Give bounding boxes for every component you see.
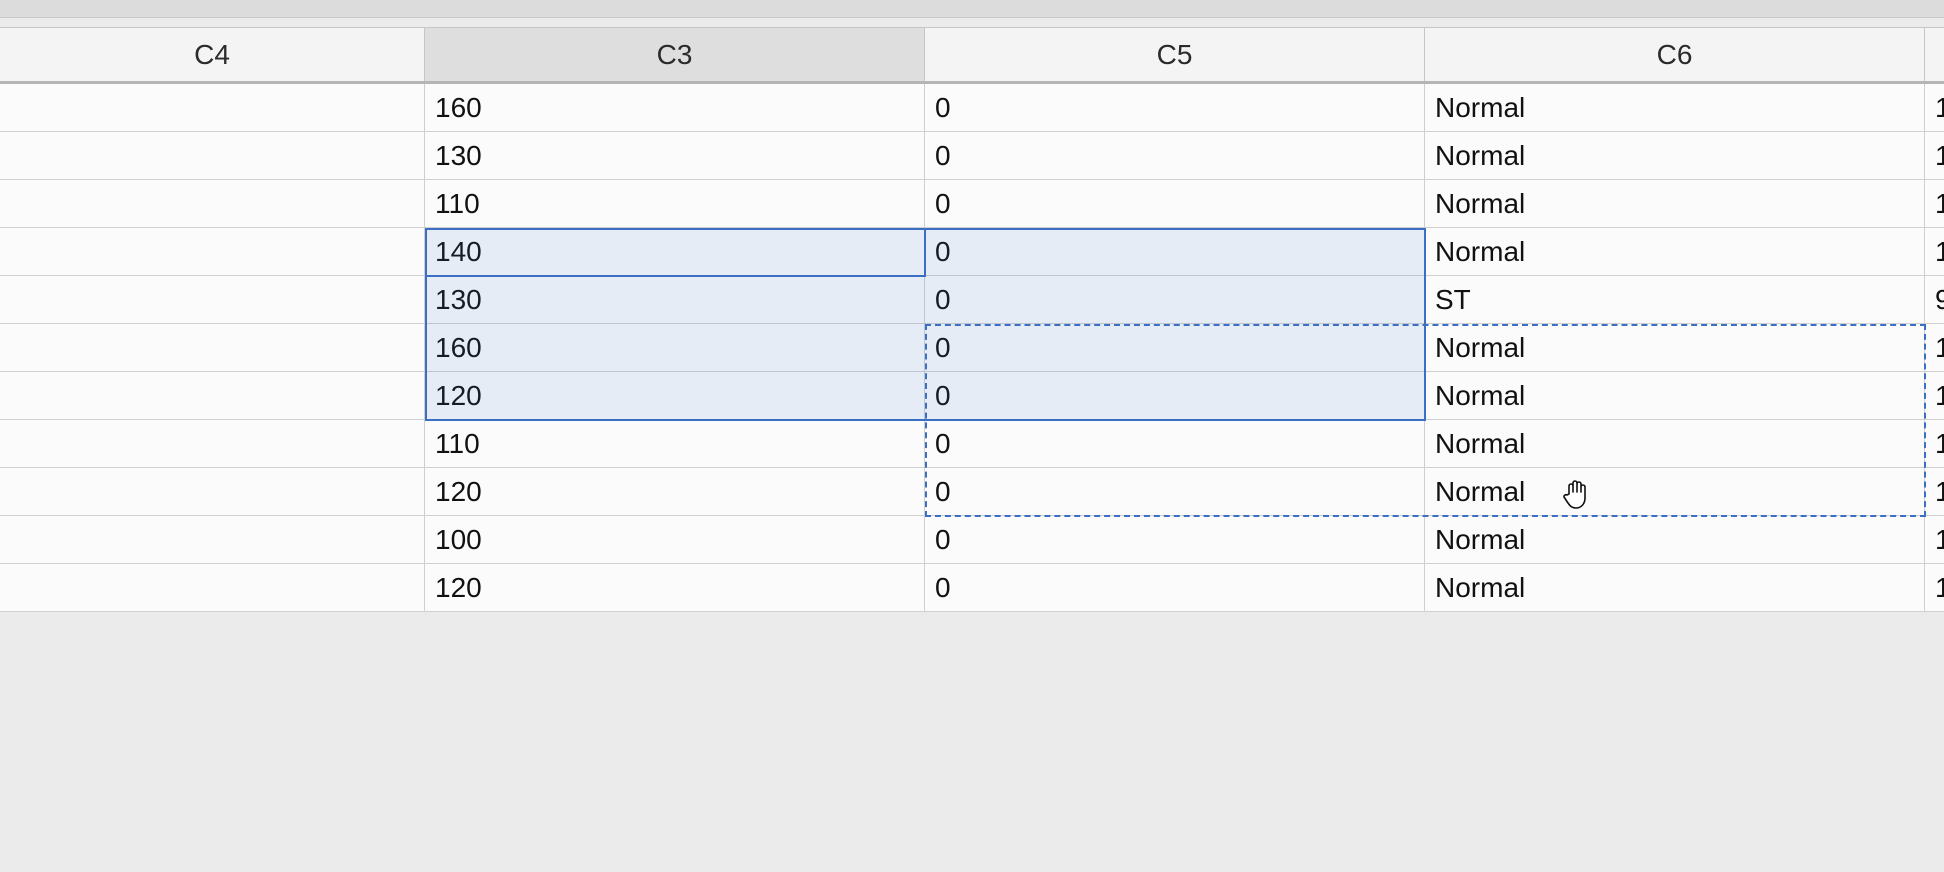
table-cell-c4[interactable] xyxy=(0,372,425,419)
table-cell-c3[interactable]: 110 xyxy=(425,420,925,467)
column-header-c5[interactable]: C5 xyxy=(925,28,1425,81)
table-cell-c5[interactable]: 0 xyxy=(925,516,1425,563)
table-cell-c6[interactable]: Normal xyxy=(1425,84,1925,131)
table-cell-c4[interactable] xyxy=(0,180,425,227)
column-header-c4[interactable]: C4 xyxy=(0,28,425,81)
table-row: 1100Normal1 xyxy=(0,420,1944,468)
table-cell-c6[interactable]: ST xyxy=(1425,276,1925,323)
table-cell-c7[interactable]: 1 xyxy=(1925,180,1944,227)
table-cell-c7[interactable]: 1 xyxy=(1925,324,1944,371)
table-cell-c3[interactable]: 120 xyxy=(425,372,925,419)
table-cell-c5[interactable]: 0 xyxy=(925,84,1425,131)
table-cell-c7[interactable]: 9 xyxy=(1925,276,1944,323)
table-cell-c7[interactable]: 1 xyxy=(1925,84,1944,131)
table-cell-c6[interactable]: Normal xyxy=(1425,468,1925,515)
table-cell-c3[interactable]: 160 xyxy=(425,324,925,371)
table-cell-c7[interactable]: 1 xyxy=(1925,516,1944,563)
table-row: 1200Normal1 xyxy=(0,372,1944,420)
table-cell-c3[interactable]: 130 xyxy=(425,132,925,179)
table-cell-c7[interactable]: 1 xyxy=(1925,468,1944,515)
table-cell-c4[interactable] xyxy=(0,132,425,179)
column-header-c6[interactable]: C6 xyxy=(1425,28,1925,81)
table-cell-c3[interactable]: 110 xyxy=(425,180,925,227)
table-row: 1600Normal1 xyxy=(0,324,1944,372)
grid-body: 1600Normal11300Normal11100Normal11400Nor… xyxy=(0,84,1944,612)
table-cell-c5[interactable]: 0 xyxy=(925,228,1425,275)
data-grid[interactable]: C4 C3 C5 C6 1600Normal11300Normal11100No… xyxy=(0,27,1944,612)
table-cell-c4[interactable] xyxy=(0,324,425,371)
table-cell-c4[interactable] xyxy=(0,228,425,275)
column-header-c3[interactable]: C3 xyxy=(425,28,925,81)
table-cell-c7[interactable]: 1 xyxy=(1925,372,1944,419)
table-cell-c7[interactable]: 1 xyxy=(1925,228,1944,275)
column-header-c7[interactable] xyxy=(1925,28,1944,81)
table-cell-c6[interactable]: Normal xyxy=(1425,228,1925,275)
table-cell-c5[interactable]: 0 xyxy=(925,276,1425,323)
table-cell-c7[interactable]: 1 xyxy=(1925,132,1944,179)
table-cell-c6[interactable]: Normal xyxy=(1425,516,1925,563)
table-cell-c4[interactable] xyxy=(0,420,425,467)
table-cell-c3[interactable]: 160 xyxy=(425,84,925,131)
table-cell-c3[interactable]: 120 xyxy=(425,468,925,515)
table-cell-c4[interactable] xyxy=(0,468,425,515)
table-row: 1100Normal1 xyxy=(0,180,1944,228)
open-hand-cursor-icon xyxy=(1563,480,1586,509)
table-cell-c6[interactable]: Normal xyxy=(1425,564,1925,611)
table-row: 1400Normal1 xyxy=(0,228,1944,276)
table-cell-c5[interactable]: 0 xyxy=(925,180,1425,227)
table-cell-c3[interactable]: 140 xyxy=(425,228,925,275)
table-cell-c5[interactable]: 0 xyxy=(925,468,1425,515)
table-cell-c7[interactable]: 1 xyxy=(1925,420,1944,467)
table-row: 1300Normal1 xyxy=(0,132,1944,180)
table-row: 1200Normal1 xyxy=(0,564,1944,612)
table-cell-c4[interactable] xyxy=(0,516,425,563)
table-cell-c5[interactable]: 0 xyxy=(925,132,1425,179)
table-cell-c6[interactable]: Normal xyxy=(1425,180,1925,227)
table-cell-c5[interactable]: 0 xyxy=(925,372,1425,419)
table-cell-c4[interactable] xyxy=(0,84,425,131)
table-cell-c4[interactable] xyxy=(0,564,425,611)
table-cell-c3[interactable]: 100 xyxy=(425,516,925,563)
table-cell-c6[interactable]: Normal xyxy=(1425,372,1925,419)
table-cell-c5[interactable]: 0 xyxy=(925,324,1425,371)
table-cell-c6[interactable]: Normal xyxy=(1425,420,1925,467)
table-cell-c7[interactable]: 1 xyxy=(1925,564,1944,611)
table-row: 1200Normal1 xyxy=(0,468,1944,516)
table-cell-c6[interactable]: Normal xyxy=(1425,324,1925,371)
column-header-row: C4 C3 C5 C6 xyxy=(0,27,1944,84)
spreadsheet-window: C4 C3 C5 C6 1600Normal11300Normal11100No… xyxy=(0,0,1944,872)
table-cell-c3[interactable]: 120 xyxy=(425,564,925,611)
table-row: 1300ST9 xyxy=(0,276,1944,324)
toolbar-strip xyxy=(0,0,1944,18)
table-cell-c5[interactable]: 0 xyxy=(925,420,1425,467)
table-cell-c4[interactable] xyxy=(0,276,425,323)
table-row: 1600Normal1 xyxy=(0,84,1944,132)
table-cell-c5[interactable]: 0 xyxy=(925,564,1425,611)
table-cell-c6[interactable]: Normal xyxy=(1425,132,1925,179)
table-cell-c3[interactable]: 130 xyxy=(425,276,925,323)
table-row: 1000Normal1 xyxy=(0,516,1944,564)
